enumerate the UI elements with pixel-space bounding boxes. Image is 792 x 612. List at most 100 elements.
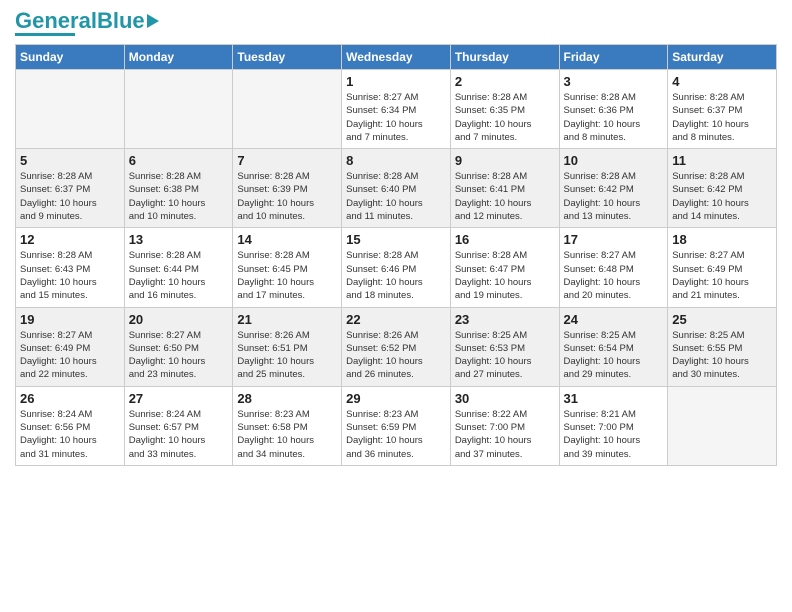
day-info: Sunrise: 8:28 AMSunset: 6:45 PMDaylight:… bbox=[237, 249, 337, 302]
calendar-week-row: 19 Sunrise: 8:27 AMSunset: 6:49 PMDayligh… bbox=[16, 307, 777, 386]
day-number: 10 bbox=[564, 153, 664, 168]
day-info: Sunrise: 8:26 AMSunset: 6:52 PMDaylight:… bbox=[346, 329, 446, 382]
calendar-cell: 2 Sunrise: 8:28 AMSunset: 6:35 PMDaylight… bbox=[450, 70, 559, 149]
weekday-header-monday: Monday bbox=[124, 45, 233, 70]
day-info: Sunrise: 8:28 AMSunset: 6:46 PMDaylight:… bbox=[346, 249, 446, 302]
calendar-cell: 20Sunrise: 8:27 AMSunset: 6:50 PMDayligh… bbox=[124, 307, 233, 386]
day-info: Sunrise: 8:22 AMSunset: 7:00 PMDaylight:… bbox=[455, 408, 555, 461]
calendar-cell: 10 Sunrise: 8:28 AMSunset: 6:42 PMDayligh… bbox=[559, 149, 668, 228]
day-info: Sunrise: 8:25 AMSunset: 6:53 PMDaylight:… bbox=[455, 329, 555, 382]
calendar-cell: 18 Sunrise: 8:27 AMSunset: 6:49 PMDayligh… bbox=[668, 228, 777, 307]
day-number: 18 bbox=[672, 232, 772, 247]
calendar-cell: 12 Sunrise: 8:28 AMSunset: 6:43 PMDayligh… bbox=[16, 228, 125, 307]
day-number: 24 bbox=[564, 312, 664, 327]
logo-blue: Blue bbox=[97, 8, 145, 33]
day-number: 20 bbox=[129, 312, 229, 327]
calendar-cell: 30 Sunrise: 8:22 AMSunset: 7:00 PMDayligh… bbox=[450, 386, 559, 465]
calendar-cell: 21 Sunrise: 8:26 AMSunset: 6:51 PMDayligh… bbox=[233, 307, 342, 386]
day-number: 27 bbox=[129, 391, 229, 406]
day-info: Sunrise: 8:27 AMSunset: 6:48 PMDaylight:… bbox=[564, 249, 664, 302]
day-info: Sunrise: 8:24 AMSunset: 6:56 PMDaylight:… bbox=[20, 408, 120, 461]
day-number: 15 bbox=[346, 232, 446, 247]
calendar-week-row: 12 Sunrise: 8:28 AMSunset: 6:43 PMDayligh… bbox=[16, 228, 777, 307]
day-number: 8 bbox=[346, 153, 446, 168]
day-number: 14 bbox=[237, 232, 337, 247]
calendar-cell bbox=[124, 70, 233, 149]
calendar-cell: 7 Sunrise: 8:28 AMSunset: 6:39 PMDaylight… bbox=[233, 149, 342, 228]
calendar-cell bbox=[233, 70, 342, 149]
logo-general: General bbox=[15, 8, 97, 33]
logo-underline bbox=[15, 33, 75, 36]
day-info: Sunrise: 8:28 AMSunset: 6:35 PMDaylight:… bbox=[455, 91, 555, 144]
day-number: 16 bbox=[455, 232, 555, 247]
weekday-header-row: SundayMondayTuesdayWednesdayThursdayFrid… bbox=[16, 45, 777, 70]
calendar-week-row: 5 Sunrise: 8:28 AMSunset: 6:37 PMDaylight… bbox=[16, 149, 777, 228]
day-number: 28 bbox=[237, 391, 337, 406]
calendar-week-row: 26 Sunrise: 8:24 AMSunset: 6:56 PMDayligh… bbox=[16, 386, 777, 465]
weekday-header-tuesday: Tuesday bbox=[233, 45, 342, 70]
weekday-header-sunday: Sunday bbox=[16, 45, 125, 70]
calendar-cell: 24 Sunrise: 8:25 AMSunset: 6:54 PMDayligh… bbox=[559, 307, 668, 386]
logo: GeneralBlue bbox=[15, 10, 159, 36]
calendar-cell: 5 Sunrise: 8:28 AMSunset: 6:37 PMDaylight… bbox=[16, 149, 125, 228]
day-info: Sunrise: 8:28 AMSunset: 6:42 PMDaylight:… bbox=[564, 170, 664, 223]
calendar-cell: 22Sunrise: 8:26 AMSunset: 6:52 PMDayligh… bbox=[342, 307, 451, 386]
day-number: 7 bbox=[237, 153, 337, 168]
calendar-cell: 27 Sunrise: 8:24 AMSunset: 6:57 PMDayligh… bbox=[124, 386, 233, 465]
day-number: 6 bbox=[129, 153, 229, 168]
day-info: Sunrise: 8:28 AMSunset: 6:37 PMDaylight:… bbox=[672, 91, 772, 144]
day-info: Sunrise: 8:28 AMSunset: 6:41 PMDaylight:… bbox=[455, 170, 555, 223]
calendar-cell: 26 Sunrise: 8:24 AMSunset: 6:56 PMDayligh… bbox=[16, 386, 125, 465]
day-info: Sunrise: 8:28 AMSunset: 6:44 PMDaylight:… bbox=[129, 249, 229, 302]
day-info: Sunrise: 8:25 AMSunset: 6:54 PMDaylight:… bbox=[564, 329, 664, 382]
day-number: 2 bbox=[455, 74, 555, 89]
day-number: 12 bbox=[20, 232, 120, 247]
calendar-cell: 13 Sunrise: 8:28 AMSunset: 6:44 PMDayligh… bbox=[124, 228, 233, 307]
calendar-cell: 19 Sunrise: 8:27 AMSunset: 6:49 PMDayligh… bbox=[16, 307, 125, 386]
day-info: Sunrise: 8:25 AMSunset: 6:55 PMDaylight:… bbox=[672, 329, 772, 382]
day-number: 21 bbox=[237, 312, 337, 327]
day-info: Sunrise: 8:28 AMSunset: 6:40 PMDaylight:… bbox=[346, 170, 446, 223]
day-info: Sunrise: 8:28 AMSunset: 6:43 PMDaylight:… bbox=[20, 249, 120, 302]
calendar-cell: 4 Sunrise: 8:28 AMSunset: 6:37 PMDaylight… bbox=[668, 70, 777, 149]
day-number: 11 bbox=[672, 153, 772, 168]
day-info: Sunrise: 8:27 AMSunset: 6:49 PMDaylight:… bbox=[20, 329, 120, 382]
day-info: Sunrise: 8:23 AMSunset: 6:59 PMDaylight:… bbox=[346, 408, 446, 461]
day-number: 5 bbox=[20, 153, 120, 168]
page: GeneralBlue SundayMondayTuesdayWednesday… bbox=[0, 0, 792, 612]
day-number: 19 bbox=[20, 312, 120, 327]
day-info: Sunrise: 8:26 AMSunset: 6:51 PMDaylight:… bbox=[237, 329, 337, 382]
weekday-header-friday: Friday bbox=[559, 45, 668, 70]
day-number: 30 bbox=[455, 391, 555, 406]
calendar-cell: 9 Sunrise: 8:28 AMSunset: 6:41 PMDaylight… bbox=[450, 149, 559, 228]
weekday-header-wednesday: Wednesday bbox=[342, 45, 451, 70]
day-info: Sunrise: 8:28 AMSunset: 6:47 PMDaylight:… bbox=[455, 249, 555, 302]
calendar-cell: 29Sunrise: 8:23 AMSunset: 6:59 PMDayligh… bbox=[342, 386, 451, 465]
day-number: 9 bbox=[455, 153, 555, 168]
weekday-header-saturday: Saturday bbox=[668, 45, 777, 70]
header: GeneralBlue bbox=[15, 10, 777, 36]
day-info: Sunrise: 8:21 AMSunset: 7:00 PMDaylight:… bbox=[564, 408, 664, 461]
calendar-cell: 15 Sunrise: 8:28 AMSunset: 6:46 PMDayligh… bbox=[342, 228, 451, 307]
day-info: Sunrise: 8:28 AMSunset: 6:37 PMDaylight:… bbox=[20, 170, 120, 223]
day-info: Sunrise: 8:28 AMSunset: 6:39 PMDaylight:… bbox=[237, 170, 337, 223]
calendar-cell: 16 Sunrise: 8:28 AMSunset: 6:47 PMDayligh… bbox=[450, 228, 559, 307]
calendar-cell: 23Sunrise: 8:25 AMSunset: 6:53 PMDayligh… bbox=[450, 307, 559, 386]
day-number: 1 bbox=[346, 74, 446, 89]
weekday-header-thursday: Thursday bbox=[450, 45, 559, 70]
day-number: 25 bbox=[672, 312, 772, 327]
calendar-cell: 28 Sunrise: 8:23 AMSunset: 6:58 PMDayligh… bbox=[233, 386, 342, 465]
calendar-cell bbox=[16, 70, 125, 149]
day-info: Sunrise: 8:27 AMSunset: 6:34 PMDaylight:… bbox=[346, 91, 446, 144]
day-info: Sunrise: 8:24 AMSunset: 6:57 PMDaylight:… bbox=[129, 408, 229, 461]
calendar-cell: 25 Sunrise: 8:25 AMSunset: 6:55 PMDayligh… bbox=[668, 307, 777, 386]
day-number: 13 bbox=[129, 232, 229, 247]
day-info: Sunrise: 8:23 AMSunset: 6:58 PMDaylight:… bbox=[237, 408, 337, 461]
day-number: 26 bbox=[20, 391, 120, 406]
day-info: Sunrise: 8:27 AMSunset: 6:49 PMDaylight:… bbox=[672, 249, 772, 302]
calendar-cell: 11Sunrise: 8:28 AMSunset: 6:42 PMDayligh… bbox=[668, 149, 777, 228]
calendar-cell: 17Sunrise: 8:27 AMSunset: 6:48 PMDayligh… bbox=[559, 228, 668, 307]
day-number: 31 bbox=[564, 391, 664, 406]
day-number: 4 bbox=[672, 74, 772, 89]
logo-arrow-icon bbox=[147, 14, 159, 28]
